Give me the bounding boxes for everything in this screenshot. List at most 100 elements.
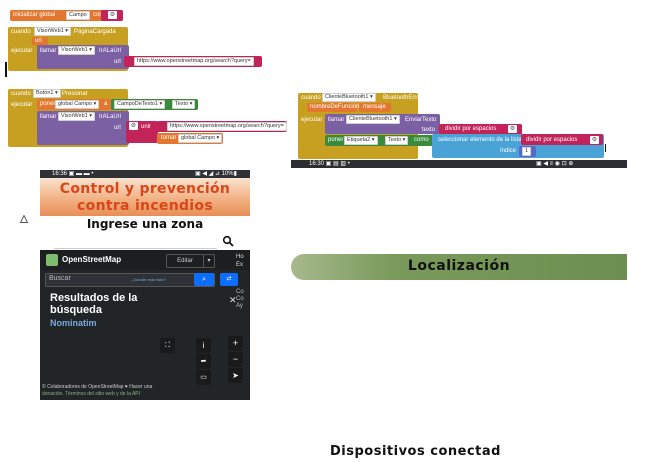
get-var-dropdown[interactable]: global Campo [178,134,223,143]
osm-search-placeholder: Buscar [49,275,71,282]
title-line-2: contra incendios [77,198,213,214]
component-dropdown[interactable]: VisorWeb1 [34,27,71,36]
zone-input[interactable] [54,232,217,249]
osm-side-text-3: Ay [236,303,243,309]
join-label: unir [141,124,152,130]
button-component-dropdown[interactable]: Botón1 [33,89,61,98]
info-icon[interactable]: i [196,338,211,353]
share-icon[interactable]: ➦ [196,354,211,369]
zone-label: Ingrese una zona [86,217,204,231]
event-name: PáginaCargada [74,29,116,35]
osm-side-menu-2[interactable]: Ex [236,262,243,268]
split-label-2: dividir por espacios [526,137,578,143]
osm-results-title: Resultados de la búsqueda [50,292,138,316]
osm-webview[interactable]: OpenStreetMap Editar ▾ Ho Ex Buscar ¿Dón… [40,250,250,400]
method-name-2: IrALaUrl [99,114,122,120]
call-component-dropdown-2[interactable]: VisorWeb1 [58,112,95,121]
gear-icon[interactable]: ⚙ [508,125,517,133]
call-component-dropdown[interactable]: VisorWeb1 [58,46,95,55]
event-name-3: BluetoothError [383,95,422,101]
index-number-field[interactable]: 1 [522,147,532,156]
osm-side-text-2: Co [236,296,244,302]
param-function-name[interactable]: nombreDeFunción [307,103,359,112]
index-number-block[interactable]: 1 [519,146,536,157]
phone-status-bar: 16:36 ▣ ▬ ▬ • ▣ ◀ ◢ ⊿ 10%▮ [40,170,250,178]
gear-icon[interactable]: ⚙ [108,11,117,19]
url-text-block-2[interactable]: https://www.openstreetmap.org/search?que… [157,121,287,132]
split-label: dividir por espacios [445,126,497,132]
exec-label-3: ejecutar [301,117,323,123]
method-name-3: EnviarTexto [405,117,437,123]
set-label-3: poner [328,137,344,143]
url-text-field-2[interactable]: https://www.openstreetmap.org/search?que… [167,122,287,131]
title-line-1: Control y prevención [59,181,231,197]
url-text-field[interactable]: https://www.openstreetmap.org/search?que… [134,57,254,66]
when-label: cuando [11,29,31,35]
get-label: tomar [161,135,177,141]
zoom-in-icon[interactable]: + [228,336,243,351]
exec-label: ejecutar [11,48,33,54]
exec-label-2: ejecutar [11,102,33,108]
call-label-3: llamar [328,117,345,123]
zoom-out-icon[interactable]: − [228,352,243,367]
call-label-2: llamar [40,114,57,120]
index-label: índice [500,148,517,154]
when-label-2: cuando [11,91,31,97]
phone-status-time: 16:36 ▣ ▬ ▬ • [52,171,94,177]
arg-url-label: url [114,59,121,65]
gear-icon[interactable]: ⚙ [129,122,138,130]
locate-icon[interactable]: ➤ [228,368,243,383]
osm-side-menu-1[interactable]: Ho [236,254,244,260]
param-message[interactable]: mensaje [359,103,391,112]
osm-search-input[interactable]: Buscar ¿Dónde está esto? [45,273,215,287]
arg-url-label-2: url [114,125,121,131]
when-label-3: cuando [301,95,321,101]
osm-directions-button[interactable]: ⇄ [220,273,238,286]
osm-attribution-1: © Colaboradores de OpenStreetMap ♥ Hacer… [42,384,153,390]
arg-text-label: texto [422,127,436,133]
osm-edit-button[interactable]: Editar [166,254,204,268]
set-var-dropdown[interactable]: global Campo [55,100,100,109]
text-socket[interactable]: ⚙ [101,10,123,21]
osm-search-go-button[interactable]: ⌕ [194,273,214,286]
call-label: llamar [40,48,57,54]
method-name: IrALaUrl [99,48,122,54]
text-cursor-2 [605,144,606,152]
search-icon[interactable] [222,234,234,247]
strip-time: 16:30 ▣ ▤ ▥ • [309,161,350,167]
title-banner: Control y prevención contra incendios [40,178,250,216]
strip-icons: ▣ ◀ ≡ ◉ ⊡ ⊕ [536,161,574,167]
set-label: poner [40,101,56,107]
como-label-2: como [414,137,429,143]
textbox-property-dropdown[interactable]: Texto [172,100,196,109]
osm-side-text-1: Co [236,289,244,295]
event-name-2: Presionar [62,91,88,97]
label-property-dropdown[interactable]: Texto [385,136,409,145]
warning-triangle-icon [19,210,29,223]
localizacion-label: Localización [407,258,511,274]
osm-edit-dropdown[interactable]: ▾ [203,254,215,268]
osm-where-link[interactable]: ¿Dónde está esto? [132,277,166,282]
devices-label: Dispositivos conectad [330,444,501,459]
var-name-field[interactable]: Campo [66,11,90,20]
layers-icon[interactable]: ⛶ [160,338,175,353]
url-text-block[interactable]: https://www.openstreetmap.org/search?que… [124,56,262,67]
gear-icon[interactable]: ⚙ [590,136,599,144]
select-label: seleccionar elemento de la lista [438,137,522,143]
osm-logo-icon [46,254,58,266]
osm-header: OpenStreetMap Editar ▾ Ho Ex [40,250,250,270]
to-label: a [104,101,108,107]
phone-status-right: ▣ ◀ ◢ ⊿ 10%▮ [195,171,237,177]
status-strip: 16:30 ▣ ▤ ▥ • ▣ ◀ ≡ ◉ ⊡ ⊕ [291,160,627,168]
text-cursor [5,62,7,77]
label-component-dropdown[interactable]: Etiqueta2 [344,136,378,145]
param-url[interactable]: url [32,37,48,45]
textbox-component-dropdown[interactable]: CampoDeTexto1 [114,100,166,109]
bt-component-dropdown[interactable]: ClienteBluetooth1 [322,93,376,102]
comment-icon[interactable]: ▭ [196,370,211,385]
bt-call-component-dropdown[interactable]: ClienteBluetooth1 [346,115,400,124]
osm-nominatim-label: Nominatim [50,318,97,328]
osm-attribution-2: donación. Términos del sitio web y de la… [42,391,141,397]
phone-screenshot: 16:36 ▣ ▬ ▬ • ▣ ◀ ◢ ⊿ 10%▮ Control y pre… [40,170,250,400]
localizacion-banner[interactable]: Localización [291,254,627,280]
